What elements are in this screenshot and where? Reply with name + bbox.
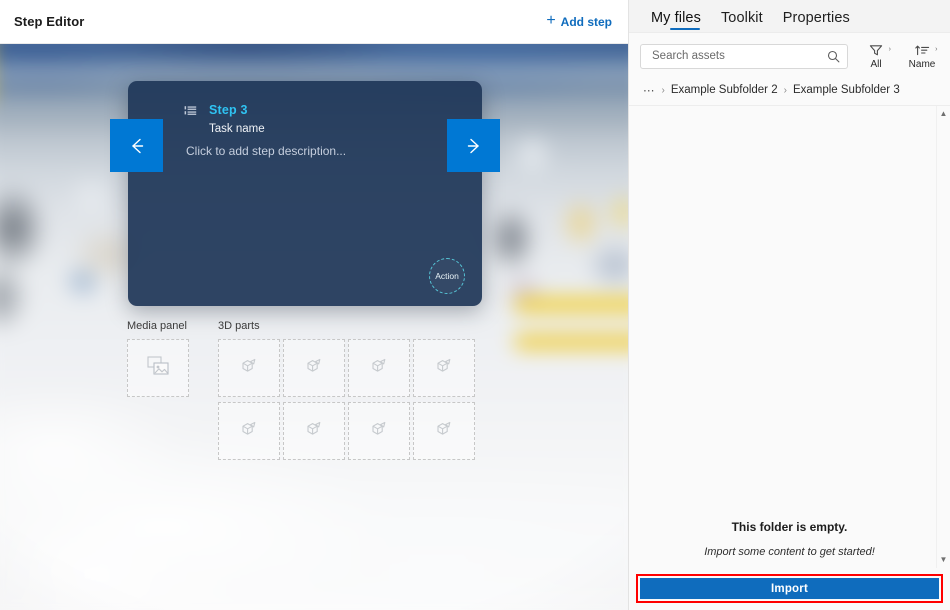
add-step-label: Add step [561, 15, 612, 29]
previous-step-button[interactable] [110, 119, 163, 172]
breadcrumb-separator: › [784, 85, 787, 96]
list-icon [184, 105, 197, 123]
breadcrumb-item-1[interactable]: Example Subfolder 2 [671, 84, 778, 96]
breadcrumb-item-2[interactable]: Example Subfolder 3 [793, 84, 900, 96]
task-name[interactable]: Task name [209, 121, 265, 137]
action-chip[interactable]: Action [429, 258, 465, 294]
step-editor-pane: Step Editor + Add step [0, 0, 629, 610]
3d-cube-icon [304, 419, 324, 444]
3d-cube-icon [239, 356, 259, 381]
page-title: Step Editor [14, 14, 84, 29]
step-description-placeholder[interactable]: Click to add step description... [186, 144, 346, 158]
panel-tabs: My files Toolkit Properties [629, 0, 950, 32]
arrow-left-icon [126, 135, 148, 157]
part-slot[interactable] [413, 339, 475, 397]
parts-grid [218, 339, 475, 460]
tab-toolkit[interactable]: Toolkit [721, 10, 763, 32]
breadcrumb-separator: › [662, 85, 665, 96]
search-input[interactable] [650, 49, 821, 63]
tab-properties[interactable]: Properties [783, 10, 850, 32]
import-section: Import [629, 568, 950, 610]
sort-icon: › [915, 43, 930, 58]
part-slot[interactable] [283, 402, 345, 460]
breadcrumb: ⋯ › Example Subfolder 2 › Example Subfol… [629, 76, 950, 105]
step-editor-header: Step Editor + Add step [0, 0, 628, 44]
search-row: › All › Name [629, 33, 950, 76]
media-panel-label: Media panel [127, 320, 189, 332]
sort-label: Name [909, 59, 936, 70]
filter-icon: › [869, 43, 883, 58]
part-slot[interactable] [348, 402, 410, 460]
scroll-up-arrow-icon[interactable]: ▲ [940, 110, 948, 118]
asset-panel: My files Toolkit Properties [629, 0, 950, 610]
sort-button[interactable]: › Name [904, 42, 940, 70]
chevron-right-icon: › [889, 46, 891, 53]
search-icon [827, 50, 840, 68]
part-slot[interactable] [283, 339, 345, 397]
empty-state-title: This folder is empty. [629, 520, 950, 534]
chevron-right-icon: › [935, 46, 937, 53]
empty-state: This folder is empty. Import some conten… [629, 520, 950, 562]
3d-cube-icon [369, 419, 389, 444]
file-list-area: ▲ ▼ This folder is empty. Import some co… [629, 105, 950, 568]
filter-button[interactable]: › All [858, 42, 894, 70]
3d-cube-icon [304, 356, 324, 381]
step-number: Step 3 [209, 103, 248, 117]
import-button[interactable]: Import [640, 578, 939, 599]
media-image-icon [147, 356, 169, 380]
part-slot[interactable] [218, 402, 280, 460]
parts-panel-group: 3D parts [218, 320, 475, 460]
step-card[interactable]: Step 3 Task name Click to add step descr… [128, 81, 482, 306]
import-highlight-box: Import [636, 574, 943, 603]
media-panel-group: Media panel [127, 320, 189, 397]
editor-canvas: Step 3 Task name Click to add step descr… [0, 44, 628, 610]
add-step-button[interactable]: + Add step [546, 14, 612, 30]
parts-panel-label: 3D parts [218, 320, 475, 332]
app-root: Step Editor + Add step [0, 0, 950, 610]
part-slot[interactable] [413, 402, 475, 460]
media-panel-slot[interactable] [127, 339, 189, 397]
3d-cube-icon [369, 356, 389, 381]
empty-state-subtitle: Import some content to get started! [629, 546, 950, 558]
tab-my-files[interactable]: My files [651, 10, 701, 32]
action-chip-label: Action [435, 271, 459, 281]
asset-slots-row: Media panel 3D parts [127, 320, 475, 460]
search-box[interactable] [640, 44, 848, 69]
step-header: Step 3 Task name [184, 101, 265, 137]
next-step-button[interactable] [447, 119, 500, 172]
panel-body: › All › Name ⋯ › [629, 32, 950, 610]
3d-cube-icon [239, 419, 259, 444]
3d-cube-icon [434, 419, 454, 444]
scroll-down-arrow-icon[interactable]: ▼ [940, 556, 948, 564]
vertical-scrollbar[interactable]: ▲ ▼ [936, 106, 950, 568]
plus-icon: + [546, 13, 555, 29]
part-slot[interactable] [218, 339, 280, 397]
part-slot[interactable] [348, 339, 410, 397]
3d-cube-icon [434, 356, 454, 381]
arrow-right-icon [463, 135, 485, 157]
filter-label: All [870, 59, 881, 70]
breadcrumb-overflow[interactable]: ⋯ [643, 83, 656, 97]
